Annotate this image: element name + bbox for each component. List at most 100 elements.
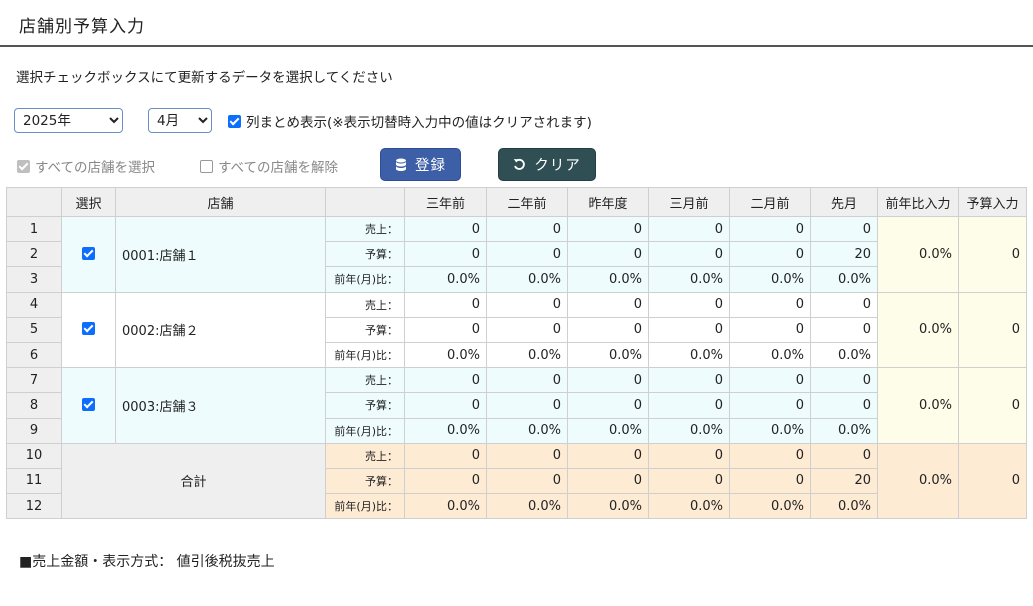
value-cell: 0: [486, 291, 568, 318]
store-select-cell[interactable]: [61, 291, 116, 369]
value-cell: 0: [729, 316, 811, 343]
value-cell: 0: [729, 215, 811, 243]
deselect-all-checkbox[interactable]: [200, 159, 213, 173]
column-merge-label: 列まとめ表示(※表示切替時入力中の値はクリアされます): [246, 115, 592, 131]
value-cell: 0: [404, 291, 487, 318]
budget-input-cell[interactable]: 0: [958, 291, 1027, 369]
value-cell: 0: [567, 442, 649, 469]
row-number: 10: [6, 442, 62, 469]
row-number: 9: [6, 417, 62, 444]
row-label: 予算：: [325, 392, 405, 419]
value-cell: 0: [567, 215, 649, 243]
value-cell: 0.0%: [810, 493, 878, 520]
value-cell: 0: [648, 442, 730, 469]
row-label: 前年(月)比：: [325, 341, 405, 369]
value-cell: 0: [486, 215, 568, 243]
value-cell: 0: [729, 392, 811, 419]
value-cell: 0.0%: [810, 341, 878, 369]
value-cell: 0.0%: [648, 417, 730, 444]
row-label: 予算：: [325, 467, 405, 495]
value-cell: 20: [810, 241, 878, 268]
value-cell: 0: [404, 442, 487, 469]
yoy-input-cell[interactable]: 0.0%: [877, 216, 959, 293]
clear-button[interactable]: クリア: [498, 148, 596, 181]
value-cell: 0: [567, 316, 649, 343]
budget-input-cell[interactable]: 0: [958, 216, 1027, 293]
header-last-year: 昨年度: [567, 187, 649, 217]
value-cell: 0.0%: [404, 341, 487, 369]
value-cell: 0: [729, 442, 811, 469]
value-cell: 0: [486, 392, 568, 419]
value-cell: 0: [648, 367, 730, 394]
value-cell: 0: [486, 367, 568, 394]
row-label: 前年(月)比：: [325, 266, 405, 293]
value-cell: 0.0%: [567, 341, 649, 369]
header-select: 選択: [61, 187, 116, 217]
header-two-years-ago: 二年前: [486, 187, 568, 217]
value-cell: 0: [567, 241, 649, 268]
header-budget-input: 予算入力: [958, 187, 1027, 217]
yoy-input-cell[interactable]: 0.0%: [877, 442, 959, 520]
row-number: 2: [6, 241, 62, 268]
total-label: 合計: [61, 442, 326, 520]
row-number: 12: [6, 493, 62, 520]
total-row: 10 合計 売上： 0 0 0 0 0 0 0.0% 0: [6, 442, 1027, 520]
yoy-input-cell[interactable]: 0.0%: [877, 291, 959, 369]
store-select-checkbox[interactable]: [82, 397, 95, 411]
value-cell: 0.0%: [567, 266, 649, 293]
value-cell: 0: [486, 316, 568, 343]
value-cell: 0: [567, 467, 649, 495]
value-cell: 0.0%: [486, 341, 568, 369]
store-name: 0002:店舗２: [115, 291, 326, 369]
value-cell: 20: [810, 467, 878, 495]
value-cell: 0.0%: [729, 417, 811, 444]
value-cell: 0: [648, 241, 730, 268]
value-cell: 0.0%: [404, 266, 487, 293]
value-cell: 0.0%: [648, 493, 730, 520]
select-all-label: すべての店舗を選択: [35, 160, 156, 176]
store-select-cell[interactable]: [61, 216, 116, 293]
value-cell: 0: [729, 367, 811, 394]
store-row: 1 0001:店舗１ 売上： 0 0 0 0 0 0 0.0% 0: [6, 215, 1027, 293]
value-cell: 0: [810, 392, 878, 419]
yoy-input-cell[interactable]: 0.0%: [877, 367, 959, 444]
month-select[interactable]: 4月: [148, 108, 212, 133]
value-cell: 0: [648, 291, 730, 318]
row-number: 11: [6, 467, 62, 495]
value-cell: 0: [404, 316, 487, 343]
instruction-text: 選択チェックボックスにて更新するデータを選択してください: [16, 70, 393, 86]
value-cell: 0: [404, 215, 487, 243]
value-cell: 0: [648, 316, 730, 343]
value-cell: 0.0%: [729, 493, 811, 520]
row-number: 8: [6, 392, 62, 419]
store-select-cell[interactable]: [61, 367, 116, 444]
register-button[interactable]: 登録: [380, 148, 461, 181]
budget-input-cell[interactable]: 0: [958, 442, 1027, 520]
table-header-row: 選択 店舗 三年前 二年前 昨年度 三月前 二月前 先月 前年比入力 予算入力: [6, 187, 1027, 217]
value-cell: 0.0%: [404, 417, 487, 444]
store-select-checkbox[interactable]: [82, 322, 95, 336]
select-all-checkbox[interactable]: [17, 159, 30, 173]
value-cell: 0: [810, 215, 878, 243]
header-two-months-ago: 二月前: [729, 187, 811, 217]
budget-table: 選択 店舗 三年前 二年前 昨年度 三月前 二月前 先月 前年比入力 予算入力 …: [6, 187, 1027, 520]
value-cell: 0.0%: [486, 266, 568, 293]
row-label: 予算：: [325, 241, 405, 268]
value-cell: 0: [810, 367, 878, 394]
value-cell: 0.0%: [648, 341, 730, 369]
row-label: 売上：: [325, 215, 405, 243]
value-cell: 0.0%: [404, 493, 487, 520]
budget-input-cell[interactable]: 0: [958, 367, 1027, 444]
value-cell: 0.0%: [648, 266, 730, 293]
value-cell: 0: [486, 442, 568, 469]
column-merge-checkbox[interactable]: [228, 114, 241, 128]
row-label: 前年(月)比：: [325, 493, 405, 520]
store-name: 0001:店舗１: [115, 216, 326, 293]
value-cell: 0: [567, 291, 649, 318]
value-cell: 0.0%: [486, 417, 568, 444]
store-select-checkbox[interactable]: [82, 246, 95, 260]
value-cell: 0: [648, 392, 730, 419]
year-select[interactable]: 2025年: [14, 108, 123, 133]
value-cell: 0: [810, 316, 878, 343]
header-rownum: [6, 187, 62, 217]
